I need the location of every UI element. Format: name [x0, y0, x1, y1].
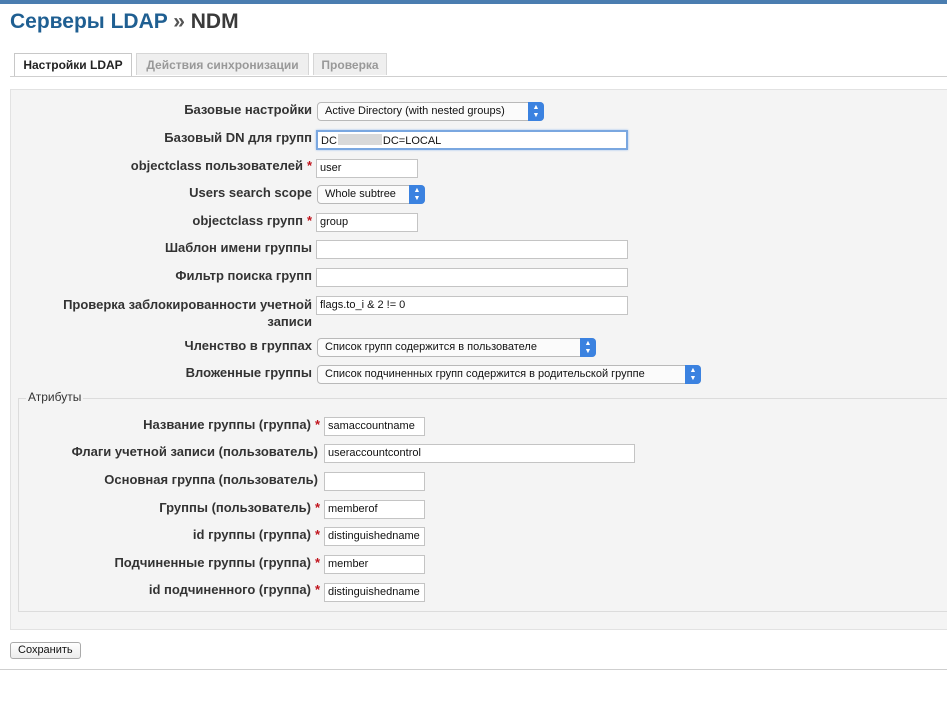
account-flags-attr-input[interactable]: useraccountcontrol — [324, 444, 635, 463]
child-groups-attr-label-text: Подчиненные группы (группа) — [114, 555, 311, 570]
chevron-up-down-icon: ▲ ▼ — [685, 365, 701, 384]
account-flags-attr-label: Флаги учетной записи (пользователь) — [71, 444, 318, 459]
tab-check[interactable]: Проверка — [313, 53, 387, 75]
user-groups-attr-label: Группы (пользователь) * — [159, 500, 320, 515]
save-button[interactable]: Сохранить — [10, 642, 81, 659]
bottom-divider — [0, 669, 947, 670]
required-marker: * — [314, 582, 320, 597]
group-search-filter-input[interactable] — [316, 268, 628, 287]
group-name-attr-label-text: Название группы (группа) — [143, 417, 311, 432]
group-objectclass-label: objectclass групп * — [192, 213, 312, 228]
base-dn-label: Базовый DN для групп — [164, 130, 312, 145]
users-search-scope-label: Users search scope — [189, 185, 312, 200]
group-name-template-input[interactable] — [316, 240, 628, 259]
page-title: Серверы LDAP » NDM — [10, 10, 239, 34]
chevron-up-down-icon: ▲ ▼ — [528, 102, 544, 121]
child-groups-attr-input[interactable]: member — [324, 555, 425, 574]
group-membership-select[interactable]: Список групп содержится в пользователе ▲… — [317, 338, 596, 357]
tab-ldap-settings[interactable]: Настройки LDAP — [14, 53, 132, 77]
base-dn-suffix: DC=LOCAL — [382, 135, 442, 147]
required-marker: * — [306, 213, 312, 228]
required-marker: * — [314, 555, 320, 570]
top-accent-bar — [0, 0, 947, 4]
title-separator: » — [173, 10, 185, 33]
user-groups-attr-input[interactable]: memberof — [324, 500, 425, 519]
account-locked-check-input[interactable]: flags.to_i & 2 != 0 — [316, 296, 628, 315]
tab-sync-actions[interactable]: Действия синхронизации — [136, 53, 309, 75]
required-marker: * — [306, 158, 312, 173]
user-groups-attr-label-text: Группы (пользователь) — [159, 500, 311, 515]
required-marker: * — [314, 500, 320, 515]
users-search-scope-value: Whole subtree — [325, 188, 396, 200]
group-membership-label: Членство в группах — [184, 338, 312, 353]
base-settings-label: Базовые настройки — [184, 102, 312, 117]
tab-divider — [10, 76, 947, 77]
group-id-attr-input[interactable]: distinguishedname — [324, 527, 425, 546]
users-search-scope-select[interactable]: Whole subtree ▲ ▼ — [317, 185, 425, 204]
nested-groups-label: Вложенные группы — [185, 365, 312, 380]
attributes-legend: Атрибуты — [26, 390, 84, 404]
group-name-attr-label: Название группы (группа) * — [143, 417, 320, 432]
required-marker: * — [314, 527, 320, 542]
chevron-up-down-icon: ▲ ▼ — [409, 185, 425, 204]
nested-groups-value: Список подчиненных групп содержится в ро… — [325, 368, 645, 380]
page-subtitle: NDM — [190, 10, 239, 33]
primary-group-attr-input[interactable] — [324, 472, 425, 491]
group-search-filter-label: Фильтр поиска групп — [175, 268, 312, 283]
user-objectclass-input[interactable]: user — [316, 159, 418, 178]
account-locked-check-label: Проверка заблокированности учетной запис… — [63, 297, 312, 329]
group-name-attr-input[interactable]: samaccountname — [324, 417, 425, 436]
nested-groups-select[interactable]: Список подчиненных групп содержится в ро… — [317, 365, 701, 384]
child-id-attr-label: id подчиненного (группа) * — [149, 582, 320, 597]
group-membership-value: Список групп содержится в пользователе — [325, 341, 537, 353]
group-id-attr-label-text: id группы (группа) — [192, 527, 311, 542]
base-settings-select[interactable]: Active Directory (with nested groups) ▲ ▼ — [317, 102, 544, 121]
base-dn-prefix: DC — [321, 135, 337, 147]
group-objectclass-input[interactable]: group — [316, 213, 418, 232]
group-id-attr-label: id группы (группа) * — [193, 527, 320, 542]
child-id-attr-label-text: id подчиненного (группа) — [148, 582, 311, 597]
chevron-up-down-icon: ▲ ▼ — [580, 338, 596, 357]
user-objectclass-label-text: objectclass пользователей — [130, 158, 303, 173]
redacted-value — [337, 134, 382, 145]
group-name-template-label: Шаблон имени группы — [164, 240, 312, 255]
group-objectclass-label-text: objectclass групп — [192, 213, 303, 228]
user-objectclass-label: objectclass пользователей * — [131, 158, 312, 173]
primary-group-attr-label: Основная группа (пользователь) — [104, 472, 318, 487]
child-id-attr-input[interactable]: distinguishedname — [324, 583, 425, 602]
base-settings-value: Active Directory (with nested groups) — [325, 105, 505, 117]
base-dn-input[interactable]: DC DC=LOCAL — [316, 130, 628, 150]
required-marker: * — [314, 417, 320, 432]
page-title-text: Серверы LDAP — [10, 10, 168, 33]
child-groups-attr-label: Подчиненные группы (группа) * — [114, 555, 320, 570]
